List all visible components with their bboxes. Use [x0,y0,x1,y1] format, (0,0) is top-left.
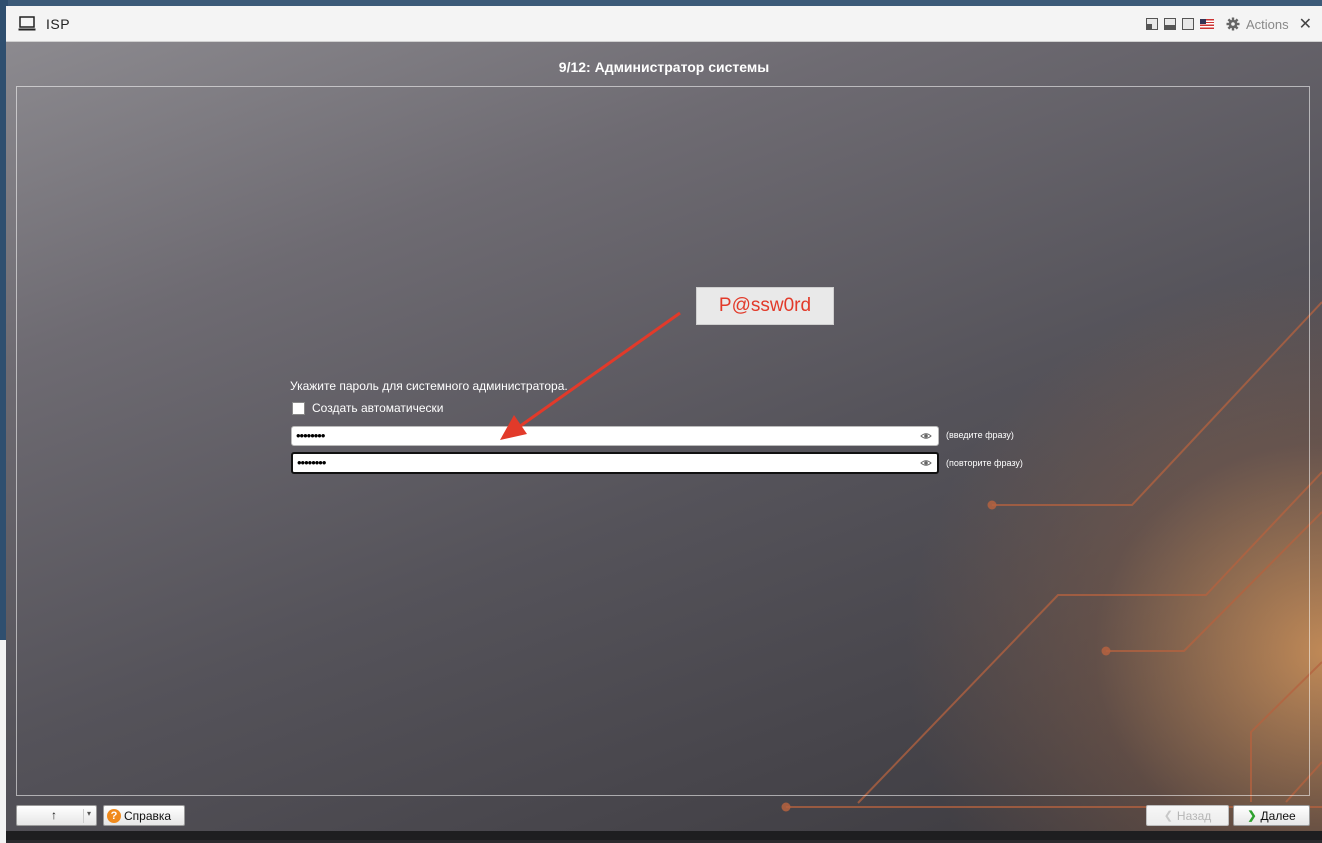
chevron-right-icon: ❯ [1247,810,1257,822]
annotation-arrow [500,311,681,440]
help-button[interactable]: ? Справка [103,805,185,826]
gear-icon[interactable] [1226,17,1240,31]
window-titlebar: ISP Actions ✕ [6,6,1322,42]
installer-screen: 9/12: Администратор системы Укажите паро… [6,42,1322,840]
help-label: Справка [124,808,172,823]
password-callout: P@ssw0rd [696,287,834,325]
back-button[interactable]: ❮ Назад [1146,805,1229,826]
monitor-icon [18,16,36,31]
navigation-dropdown[interactable]: ↑ ▾ [16,805,97,826]
close-icon[interactable]: ✕ [1299,14,1312,34]
us-flag-icon[interactable] [1199,19,1214,29]
actions-menu[interactable]: Actions [1246,17,1289,32]
window-dock-icon[interactable] [1145,18,1158,30]
window-full-icon[interactable] [1181,18,1194,30]
back-label: Назад [1176,808,1212,823]
arrow-up-icon: ↑ [51,808,57,822]
chevron-left-icon: ❮ [1163,810,1173,822]
window-title: ISP [46,16,71,32]
screen-bottom-bar [6,831,1322,840]
chevron-down-icon[interactable]: ▾ [87,809,91,818]
next-button[interactable]: ❯ Далее [1233,805,1310,826]
window-half-icon[interactable] [1163,18,1176,30]
vm-window: ISP Actions ✕ 9/12: Администратор систем… [6,6,1322,843]
next-label: Далее [1260,808,1296,823]
help-icon: ? [107,808,121,823]
